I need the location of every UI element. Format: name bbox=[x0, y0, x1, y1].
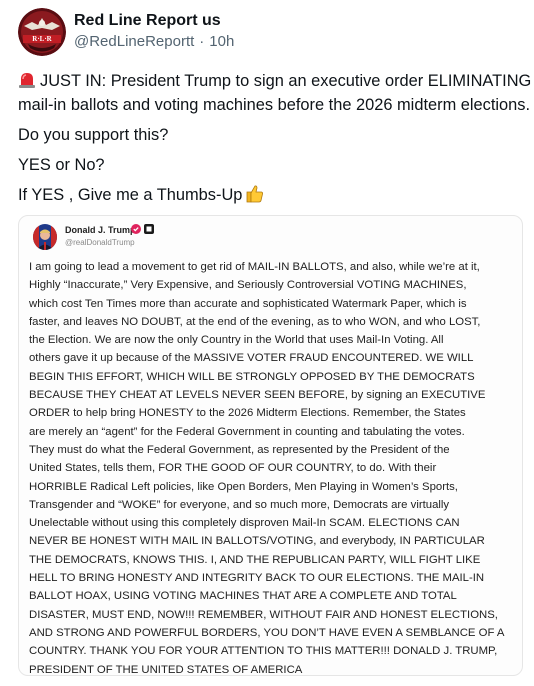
quoted-text-line: faster, and leaves NO DOUBT, at the end … bbox=[29, 315, 481, 328]
quoted-text-line: are merely an “agent” for the Federal Go… bbox=[29, 425, 465, 438]
quoted-text-line: others gave it up because of the MASSIVE… bbox=[29, 352, 474, 365]
author-meta: @RedLineReportt · 10h bbox=[74, 33, 234, 50]
thumbs-up-emoji-icon bbox=[247, 185, 264, 203]
post-text: JUST IN: President Trump to sign an exec… bbox=[40, 72, 532, 90]
author-name[interactable]: Red Line Report us bbox=[74, 12, 221, 30]
quoted-text-line: the Election. We are now the only Countr… bbox=[29, 334, 444, 347]
post-line-1: JUST IN: President Trump to sign an exec… bbox=[18, 69, 531, 93]
post-line-5: If YES , Give me a Thumbs-Up bbox=[18, 183, 264, 207]
author-handle[interactable]: @RedLineReportt bbox=[74, 33, 194, 50]
quoted-text-line: BECAUSE THEY CHEAT AT LEVELS NEVER SEEN … bbox=[29, 389, 486, 402]
quoted-author-handle[interactable]: @realDonaldTrump bbox=[65, 238, 135, 247]
quoted-text-line: AND STRONG AND POWERFUL BORDERS, YOU DON… bbox=[29, 626, 505, 639]
quoted-text-line: THE DEMOCRATS, KNOWS THIS. I, AND THE RE… bbox=[29, 553, 481, 566]
quoted-text-line: BEGIN THIS EFFORT, WHICH WILL BE STRONGL… bbox=[29, 370, 475, 383]
quoted-text-line: NEVER BE HONEST WITH MAIL IN BALLOTS/VOT… bbox=[29, 535, 485, 548]
quoted-text-line: Unelectable without using this completel… bbox=[29, 517, 460, 530]
verified-badge-icon bbox=[131, 224, 141, 234]
quoted-text-line: I am going to lead a movement to get rid… bbox=[29, 261, 480, 273]
post-text: If YES , Give me a Thumbs-Up bbox=[18, 186, 243, 204]
quoted-post-text: I am going to lead a movement to get rid… bbox=[29, 258, 524, 679]
quoted-text-line: ORDER to help bring HONESTY to the 2026 … bbox=[29, 407, 466, 420]
quoted-text-line: PRESIDENT OF THE UNITED STATES OF AMERIC… bbox=[29, 663, 303, 676]
quoted-text-line: United States, tells them, FOR THE GOOD … bbox=[29, 462, 437, 475]
quoted-text-line: HORRIBLE Radical Left policies, like Ope… bbox=[29, 480, 458, 493]
post-line-4: YES or No? bbox=[18, 156, 105, 174]
svg-text:R·L·R: R·L·R bbox=[32, 35, 52, 43]
author-avatar[interactable]: R·L·R bbox=[18, 8, 66, 56]
post-timestamp[interactable]: 10h bbox=[209, 33, 234, 50]
quoted-text-line: DISASTER, MUST END, NOW!!! REMEMBER, WIT… bbox=[29, 608, 498, 621]
meta-separator: · bbox=[199, 33, 205, 50]
police-light-emoji-icon bbox=[19, 73, 35, 88]
post-card: R·L·R Red Line Report us @RedLineReportt… bbox=[0, 0, 534, 686]
quoted-text-line: HELL TO BRING HONESTY AND INTEGRITY BACK… bbox=[29, 572, 485, 585]
quoted-text-line: COUNTRY. THANK YOU FOR YOUR ATTENTION TO… bbox=[29, 645, 498, 658]
quoted-text-line: Transgender and “WOKE” for everyone, and… bbox=[29, 498, 450, 511]
quoted-text-line: They must do what the Federal Government… bbox=[29, 443, 450, 456]
platform-badge-icon bbox=[144, 224, 154, 234]
quoted-post-card[interactable]: Donald J. Trump @realDonaldTrump I am go… bbox=[18, 215, 523, 676]
quoted-author-name[interactable]: Donald J. Trump bbox=[65, 225, 136, 235]
quoted-text-line: BALLOT HOAX, USING VOTING MACHINES THAT … bbox=[29, 590, 457, 603]
post-line-2: mail-in ballots and voting machines befo… bbox=[18, 96, 531, 114]
post-line-3: Do you support this? bbox=[18, 126, 169, 144]
quoted-author-avatar[interactable] bbox=[33, 224, 57, 250]
quoted-text-line: Highly “Inaccurate,” Very Expensive, and… bbox=[29, 279, 467, 292]
quoted-text-line: which cost Ten Times more than accurate … bbox=[29, 297, 467, 310]
